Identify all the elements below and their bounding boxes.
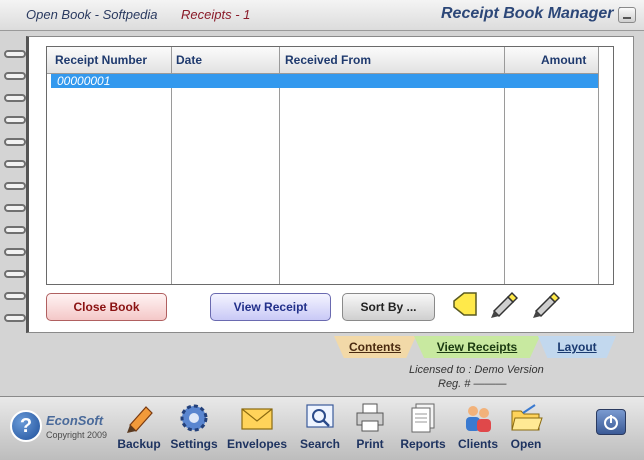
sort-by-button[interactable]: Sort By ... [342,293,435,321]
search-label: Search [299,437,341,451]
ring-icon [4,50,26,58]
reports-icon [411,403,435,433]
econsoft-logo-icon[interactable]: ? [10,410,42,442]
clients-label: Clients [457,437,498,451]
main-toolbar: ? EconSoft Copyright 2009 Backup Setting… [0,396,644,460]
ring-icon [4,292,26,300]
column-header-amount[interactable]: Amount [541,53,586,67]
table-row[interactable] [51,74,613,88]
close-book-button[interactable]: Close Book [46,293,167,321]
receipts-count: Receipts - 1 [181,7,251,22]
logo-copyright: Copyright 2009 [46,430,108,440]
tab-layout[interactable]: Layout [538,336,616,358]
app-title: Receipt Book Manager 7 [441,5,627,22]
edit-pencil-icon[interactable] [488,289,518,319]
tab-view-receipts[interactable]: View Receipts [414,336,540,358]
logo-name: EconSoft [46,413,104,428]
ring-icon [4,160,26,168]
print-label: Print [356,437,384,451]
label-icon[interactable] [450,289,480,319]
settings-label: Settings [170,437,218,451]
ring-icon [4,226,26,234]
reports-button[interactable]: Reports [398,401,448,457]
ring-icon [4,248,26,256]
ring-icon [4,94,26,102]
open-book-title: Open Book - Softpedia [26,7,158,22]
ring-icon [4,270,26,278]
receipts-table: Receipt Number Date Received From Amount… [46,46,614,285]
envelopes-label: Envelopes [226,437,288,451]
column-header-receipt-number[interactable]: Receipt Number [55,53,147,67]
edit-pencil-icon[interactable] [530,289,560,319]
open-folder-icon [511,404,543,431]
exit-button[interactable] [596,409,626,435]
ring-icon [4,182,26,190]
pencil-icon [127,406,153,433]
backup-label: Backup [117,437,161,451]
ring-icon [4,138,26,146]
licensed-to-text: Licensed to : Demo Version [409,364,544,376]
title-bar: Open Book - Softpedia Receipts - 1 Recei… [0,0,644,31]
clients-button[interactable]: Clients [456,401,500,457]
open-label: Open [510,437,542,451]
clients-icon [466,406,491,432]
ring-icon [4,204,26,212]
receipt-number-cell[interactable]: 00000001 [57,74,110,88]
envelope-icon [241,408,273,430]
envelopes-button[interactable]: Envelopes [227,401,287,457]
vertical-scrollbar[interactable] [598,47,613,284]
column-header-received-from[interactable]: Received From [285,53,371,67]
printer-icon [356,403,384,432]
settings-button[interactable]: Settings [170,401,218,457]
ring-icon [4,72,26,80]
reports-label: Reports [400,437,446,451]
gear-icon [180,404,208,432]
minimize-button[interactable] [618,7,636,23]
column-header-date[interactable]: Date [176,53,202,67]
view-receipt-button[interactable]: View Receipt [210,293,331,321]
registration-number-text: Reg. # ——— [438,378,507,390]
open-button[interactable]: Open [508,401,544,457]
print-button[interactable]: Print [352,401,388,457]
ring-icon [4,116,26,124]
backup-button[interactable]: Backup [117,401,161,457]
search-button[interactable]: Search [298,401,342,457]
table-header: Receipt Number Date Received From Amount [47,47,613,74]
tab-contents[interactable]: Contents [334,336,416,358]
power-icon [604,415,618,430]
ring-icon [4,314,26,322]
search-icon [306,404,334,428]
